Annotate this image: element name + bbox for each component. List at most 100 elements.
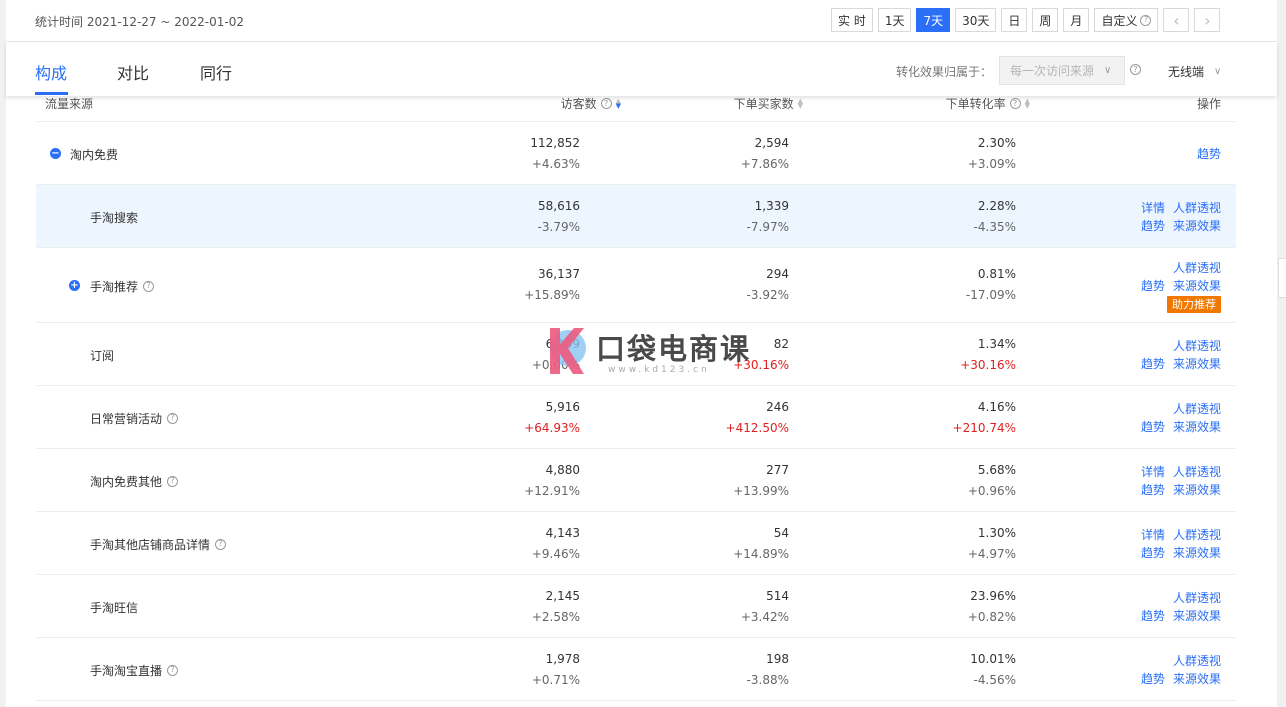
period-button[interactable]: 月 xyxy=(1063,8,1090,32)
rate-change: +210.74% xyxy=(952,420,1016,435)
tab-composition[interactable]: 构成 xyxy=(35,60,67,84)
action-link[interactable]: 来源效果 xyxy=(1173,609,1221,623)
buyers-change: -7.97% xyxy=(746,219,789,234)
action-link[interactable]: 来源效果 xyxy=(1173,420,1221,434)
action-link[interactable]: 来源效果 xyxy=(1173,279,1221,293)
header-ops-label: 操作 xyxy=(1196,97,1221,111)
help-icon[interactable]: ? xyxy=(167,475,179,487)
custom-period-button[interactable]: 自定义? xyxy=(1094,8,1159,32)
visitors-value: 5,916 xyxy=(545,399,580,414)
header-rate[interactable]: 下单转化率 ? ▲ ▼ xyxy=(946,95,1030,112)
help-icon[interactable]: ? xyxy=(215,538,227,550)
period-selector: 实 时 1天 7天 30天日周月自定义? ‹ › xyxy=(831,8,1225,32)
source-name: 手淘推荐? xyxy=(90,278,155,295)
attribution-select-value: 每一次访问来源 xyxy=(1010,64,1095,78)
tab-peers[interactable]: 同行 xyxy=(200,60,232,84)
device-select[interactable]: 无线端 ∨ xyxy=(1168,63,1221,80)
header-visitors[interactable]: 访客数 ? ▲ ▼ xyxy=(561,95,621,112)
tab-comparison[interactable]: 对比 xyxy=(117,60,149,84)
action-link[interactable]: 来源效果 xyxy=(1173,546,1221,560)
help-icon[interactable]: ? xyxy=(167,664,179,676)
action-link[interactable]: 详情 xyxy=(1141,528,1165,542)
source-name-label: 手淘推荐 xyxy=(90,279,139,294)
row-actions: 人群透视 趋势 来源效果 xyxy=(1133,337,1221,373)
rate-value: 5.68% xyxy=(977,462,1016,477)
action-link[interactable]: 趋势 xyxy=(1141,672,1165,686)
period-button[interactable]: 日 xyxy=(1001,8,1028,32)
buyers-value: 1,339 xyxy=(754,198,789,213)
row-actions: 详情 人群透视 趋势 来源效果 xyxy=(1133,526,1221,562)
action-link[interactable]: 人群透视 xyxy=(1173,528,1221,542)
sort-icon[interactable]: ▲ ▼ xyxy=(798,97,803,109)
rate-cell: 4.16% +210.74% xyxy=(953,397,1016,439)
row-actions: 详情 人群透视 趋势 来源效果 xyxy=(1133,199,1221,235)
action-link[interactable]: 人群透视 xyxy=(1173,465,1221,479)
rate-change: +4.97% xyxy=(967,546,1016,561)
help-icon[interactable]: ? xyxy=(143,280,155,292)
header-source-label: 流量来源 xyxy=(45,97,94,111)
rate-cell: 2.28% -4.35% xyxy=(974,196,1016,238)
table-row: − 淘内免费 112,852 +4.63% 2,594 +7.86% 2.30% +3.09%… xyxy=(36,122,1236,185)
action-link[interactable]: 来源效果 xyxy=(1173,672,1221,686)
rate-value: 1.30% xyxy=(977,525,1016,540)
help-icon[interactable]: ? xyxy=(1130,64,1141,75)
period-button[interactable]: 周 xyxy=(1032,8,1059,32)
action-link[interactable]: 来源效果 xyxy=(1173,219,1221,233)
action-link[interactable]: 人群透视 xyxy=(1173,654,1221,668)
side-float-tab[interactable] xyxy=(1278,258,1286,298)
help-icon[interactable]: ? xyxy=(600,98,612,109)
header-buyers[interactable]: 下单买家数 ▲ ▼ xyxy=(734,95,803,112)
action-link[interactable]: 趋势 xyxy=(1141,546,1165,560)
action-link[interactable]: 趋势 xyxy=(1141,279,1165,293)
prev-period-button[interactable]: ‹ xyxy=(1163,8,1190,32)
period-button[interactable]: 7天 xyxy=(916,8,951,32)
action-link[interactable]: 人群透视 xyxy=(1173,402,1221,416)
action-link[interactable]: 详情 xyxy=(1141,465,1165,479)
visitors-value: 6,109 xyxy=(545,336,580,351)
expand-icon[interactable]: + xyxy=(69,279,80,291)
row-actions: 趋势 xyxy=(1189,145,1221,163)
chevron-right-icon: › xyxy=(1204,10,1211,30)
boost-recommend-badge[interactable]: 助力推荐 xyxy=(1167,295,1221,313)
visitors-value: 58,616 xyxy=(538,198,580,213)
action-link[interactable]: 趋势 xyxy=(1141,420,1165,434)
header-visitors-label: 访客数 xyxy=(560,97,597,111)
action-link[interactable]: 趋势 xyxy=(1141,483,1165,497)
help-icon[interactable]: ? xyxy=(1009,98,1021,109)
rate-change: +0.96% xyxy=(967,483,1016,498)
source-name: 手淘旺信 xyxy=(90,599,138,616)
source-name-label: 手淘淘宝直播 xyxy=(90,663,163,678)
action-link[interactable]: 趋势 xyxy=(1141,609,1165,623)
rate-value: 23.96% xyxy=(970,588,1016,603)
source-name-label: 手淘旺信 xyxy=(90,600,139,615)
visitors-cell: 112,852 +4.63% xyxy=(530,133,580,175)
buyers-cell: 82 +30.16% xyxy=(733,334,789,376)
rate-change: -4.35% xyxy=(973,219,1016,234)
source-name-label: 手淘其他店铺商品详情 xyxy=(90,537,211,552)
sort-desc-icon[interactable]: ▲ ▼ xyxy=(616,97,621,109)
source-name: 订阅 xyxy=(90,347,114,364)
attribution-select[interactable]: 每一次访问来源 ∨ xyxy=(999,56,1125,85)
action-link[interactable]: 趋势 xyxy=(1141,357,1165,371)
action-link[interactable]: 来源效果 xyxy=(1173,483,1221,497)
action-link[interactable]: 人群透视 xyxy=(1173,591,1221,605)
rate-cell: 0.81% -17.09% xyxy=(966,264,1016,306)
action-link[interactable]: 详情 xyxy=(1141,201,1165,215)
action-link[interactable]: 来源效果 xyxy=(1173,357,1221,371)
next-period-button[interactable]: › xyxy=(1194,8,1221,32)
sort-icon[interactable]: ▲ ▼ xyxy=(1025,97,1030,109)
action-link[interactable]: 人群透视 xyxy=(1173,339,1221,353)
action-link[interactable]: 趋势 xyxy=(1197,147,1221,161)
action-link[interactable]: 趋势 xyxy=(1141,219,1165,233)
visitors-value: 4,143 xyxy=(545,525,580,540)
action-link[interactable]: 人群透视 xyxy=(1173,201,1221,215)
period-button[interactable]: 实 时 xyxy=(831,8,873,32)
help-icon[interactable]: ? xyxy=(167,412,179,424)
period-button[interactable]: 30天 xyxy=(955,8,997,32)
buyers-cell: 54 +14.89% xyxy=(733,523,789,565)
period-button[interactable]: 1天 xyxy=(877,8,912,32)
visitors-cell: 58,616 -3.79% xyxy=(538,196,580,238)
collapse-icon[interactable]: − xyxy=(50,147,61,159)
action-link[interactable]: 人群透视 xyxy=(1173,261,1221,275)
buyers-change: +30.16% xyxy=(733,357,789,372)
